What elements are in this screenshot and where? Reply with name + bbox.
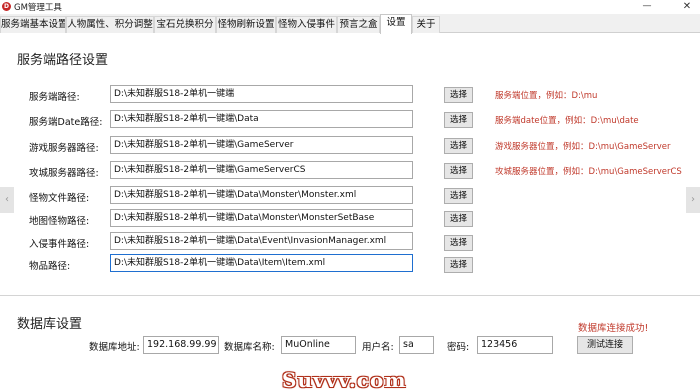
scroll-left-arrow-icon[interactable]: ‹ [0, 187, 14, 213]
database-title: 数据库设置 [17, 317, 83, 332]
app-icon: D [2, 2, 11, 11]
item-path-label: 物品路径: [29, 261, 71, 272]
db-password-input[interactable]: 123456 [477, 336, 553, 354]
server-path-choose-button[interactable]: 选择 [444, 87, 473, 103]
tab-bar: 服务端基本设置 人物属性、积分调整 宝石兑换积分 怪物刷新设置 怪物入侵事件 预… [0, 14, 700, 34]
tab-character-points[interactable]: 人物属性、积分调整 [66, 16, 154, 33]
gameserver-path-input[interactable]: D:\未知群服S18-2单机一键端\GameServer [110, 136, 413, 154]
tab-settings[interactable]: 设置 [380, 14, 412, 34]
invasion-event-path-choose-button[interactable]: 选择 [444, 235, 473, 251]
data-path-label: 服务端Date路径: [29, 117, 103, 128]
siege-server-path-hint: 攻城服务器位置，例如：D:\mu\GameServerCS [495, 167, 682, 177]
db-user-input[interactable]: sa [399, 336, 434, 354]
server-path-input[interactable]: D:\未知群服S18-2单机一键端 [110, 85, 413, 103]
tab-about[interactable]: 关于 [412, 16, 440, 33]
title-bar: D GM管理工具 — ✕ [0, 0, 700, 14]
close-button[interactable]: ✕ [678, 0, 696, 14]
tab-gem-exchange[interactable]: 宝石兑换积分 [154, 16, 216, 33]
gameserver-path-label: 游戏服务器路径: [29, 143, 99, 154]
siege-server-path-input[interactable]: D:\未知群服S18-2单机一键端\GameServerCS [110, 161, 413, 179]
item-path-input[interactable]: D:\未知群服S18-2单机一键端\Data\Item\Item.xml [110, 254, 413, 272]
data-path-input[interactable]: D:\未知群服S18-2单机一键端\Data [110, 110, 413, 128]
db-address-input[interactable]: 192.168.99.99 [143, 336, 219, 354]
tab-monster-refresh[interactable]: 怪物刷新设置 [216, 16, 276, 33]
server-path-hint: 服务端位置，例如：D:\mu [495, 91, 598, 101]
watermark: Suvvv.com [282, 368, 407, 392]
server-paths-title: 服务端路径设置 [17, 53, 109, 68]
map-monster-path-input[interactable]: D:\未知群服S18-2单机一键端\Data\Monster\MonsterSe… [110, 209, 413, 227]
database-status: 数据库连接成功! [578, 323, 649, 334]
siege-server-path-label: 攻城服务器路径: [29, 168, 99, 179]
test-connection-button[interactable]: 测试连接 [577, 336, 633, 354]
invasion-event-path-label: 入侵事件路径: [29, 239, 90, 250]
monster-file-path-label: 怪物文件路径: [29, 193, 90, 204]
scroll-right-arrow-icon[interactable]: › [686, 187, 700, 213]
tab-server-basic[interactable]: 服务端基本设置 [0, 16, 66, 33]
window-title: GM管理工具 [14, 3, 62, 13]
item-path-choose-button[interactable]: 选择 [444, 257, 473, 273]
gameserver-path-hint: 游戏服务器位置，例如：D:\mu\GameServer [495, 142, 671, 152]
server-path-label: 服务端路径: [29, 92, 80, 103]
map-monster-path-label: 地图怪物路径: [29, 216, 90, 227]
section-divider [0, 295, 700, 296]
map-monster-path-choose-button[interactable]: 选择 [444, 211, 473, 227]
db-password-label: 密码: [447, 342, 470, 353]
siege-server-path-choose-button[interactable]: 选择 [444, 163, 473, 179]
tab-prophecy-box[interactable]: 预言之盒 [337, 16, 380, 33]
db-name-label: 数据库名称: [224, 342, 275, 353]
db-name-input[interactable]: MuOnline [281, 336, 356, 354]
invasion-event-path-input[interactable]: D:\未知群服S18-2单机一键端\Data\Event\InvasionMan… [110, 232, 413, 250]
db-user-label: 用户名: [362, 342, 394, 353]
gameserver-path-choose-button[interactable]: 选择 [444, 138, 473, 154]
db-address-label: 数据库地址: [89, 342, 140, 353]
tab-monster-invasion[interactable]: 怪物入侵事件 [276, 16, 337, 33]
monster-file-path-choose-button[interactable]: 选择 [444, 188, 473, 204]
data-path-choose-button[interactable]: 选择 [444, 112, 473, 128]
data-path-hint: 服务端date位置，例如：D:\mu\date [495, 116, 639, 126]
monster-file-path-input[interactable]: D:\未知群服S18-2单机一键端\Data\Monster\Monster.x… [110, 186, 413, 204]
minimize-button[interactable]: — [640, 0, 654, 14]
